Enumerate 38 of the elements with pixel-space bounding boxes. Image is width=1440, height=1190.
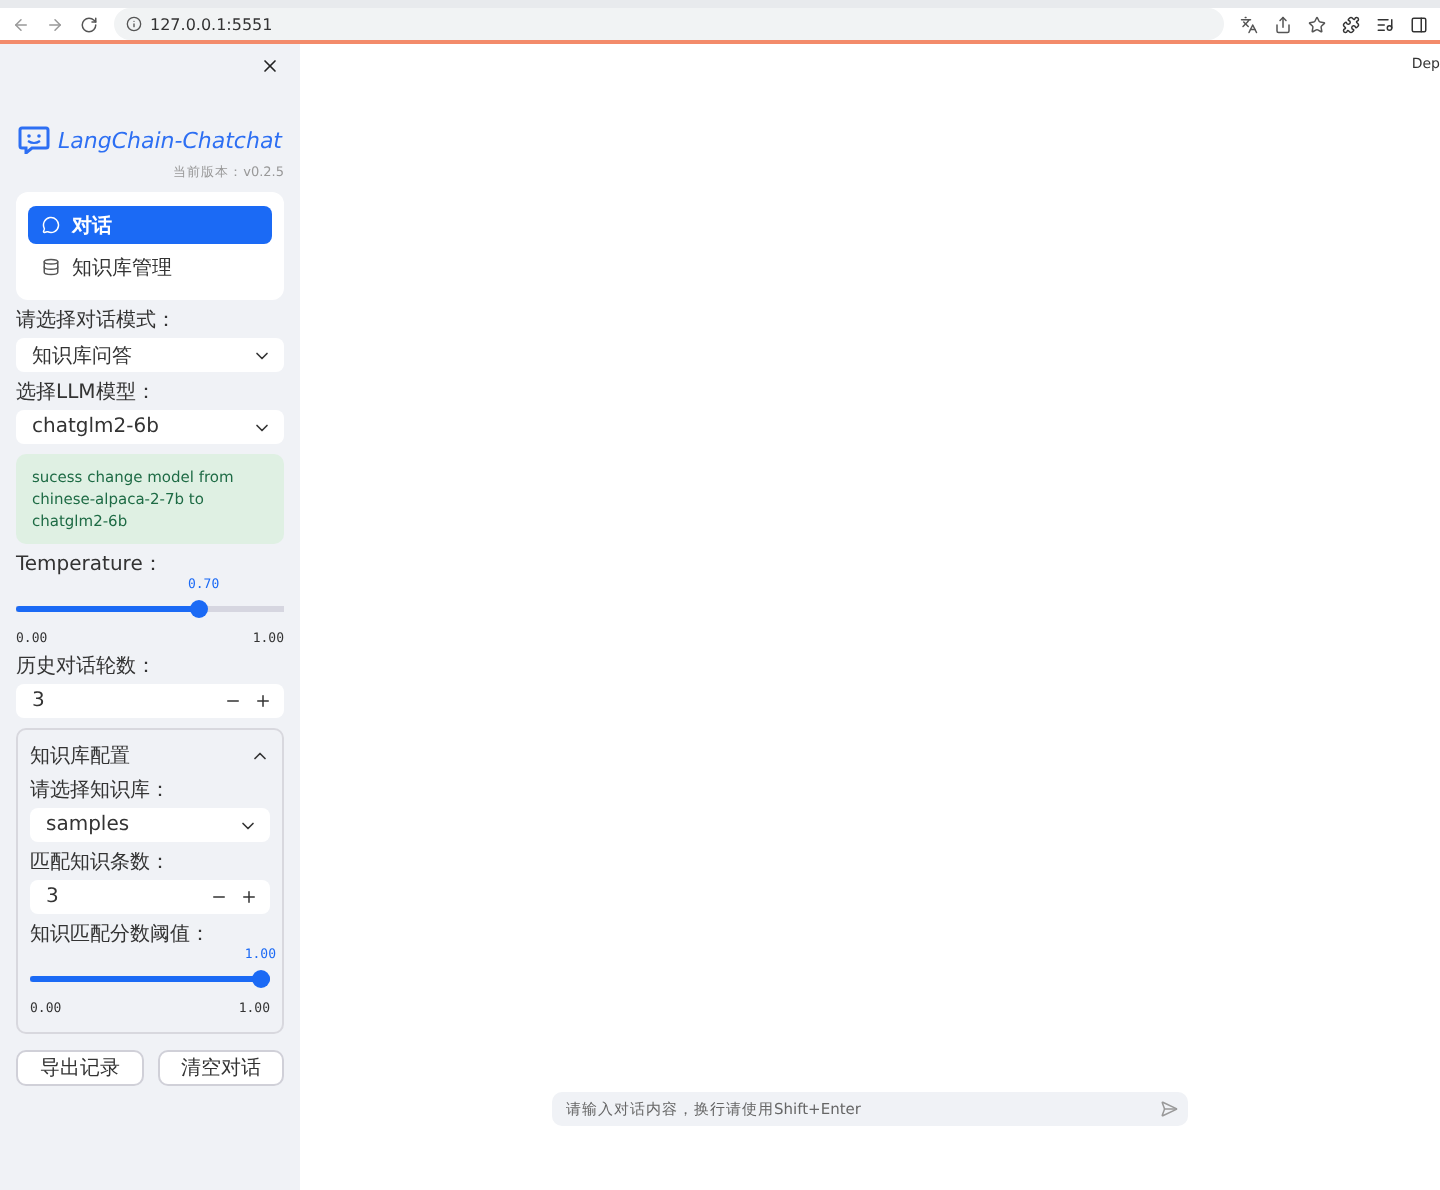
action-button[interactable]: 导出记录 xyxy=(16,1050,143,1086)
field-label: 请选择知识库： xyxy=(30,780,172,802)
nav-item[interactable]: 知识库管理 xyxy=(28,248,272,286)
chat-icon xyxy=(42,216,60,234)
playlist-icon[interactable] xyxy=(1376,15,1394,33)
database-icon xyxy=(42,258,60,276)
translate-icon[interactable] xyxy=(1240,15,1258,33)
slider-thumb[interactable] xyxy=(190,600,209,618)
share-icon[interactable] xyxy=(1274,15,1292,33)
select-field[interactable]: chatglm2-6b xyxy=(16,410,284,444)
send-icon[interactable] xyxy=(1160,1100,1178,1118)
reload-icon[interactable] xyxy=(80,15,98,33)
close-icon[interactable] xyxy=(260,56,280,76)
number-field[interactable]: 3 xyxy=(30,880,270,914)
field-label: 匹配知识条数： xyxy=(30,852,172,874)
side-panel-icon[interactable] xyxy=(1410,15,1428,33)
forward-icon[interactable] xyxy=(46,15,64,33)
field-label: 历史对话轮数： xyxy=(16,656,158,678)
select-field[interactable]: samples xyxy=(30,808,270,842)
select-field[interactable]: 知识库问答 xyxy=(16,338,284,372)
field-label: 请选择对话模式： xyxy=(16,310,178,332)
action-button[interactable]: 清空对话 xyxy=(157,1050,284,1086)
bookmark-star-icon[interactable] xyxy=(1308,15,1326,33)
slider-thumb[interactable] xyxy=(252,970,270,988)
number-field[interactable]: 3 xyxy=(16,684,284,718)
plus-icon[interactable] xyxy=(240,888,258,906)
logo-text: LangChain-Chatchat xyxy=(58,127,282,153)
address-bar[interactable]: 127.0.0.1:5551 xyxy=(114,8,1224,40)
field-label: Temperature： xyxy=(16,554,165,576)
chat-logo-icon xyxy=(18,126,50,154)
plus-icon[interactable] xyxy=(254,692,272,710)
expander-header[interactable]: 知识库配置 xyxy=(30,742,270,770)
nav-item[interactable]: 对话 xyxy=(28,206,272,244)
back-icon[interactable] xyxy=(12,15,30,33)
field-label: 知识匹配分数阈值： xyxy=(30,924,212,946)
field-label: 选择LLM模型： xyxy=(16,382,158,404)
info-icon xyxy=(126,16,142,32)
puzzle-icon[interactable] xyxy=(1342,15,1360,33)
